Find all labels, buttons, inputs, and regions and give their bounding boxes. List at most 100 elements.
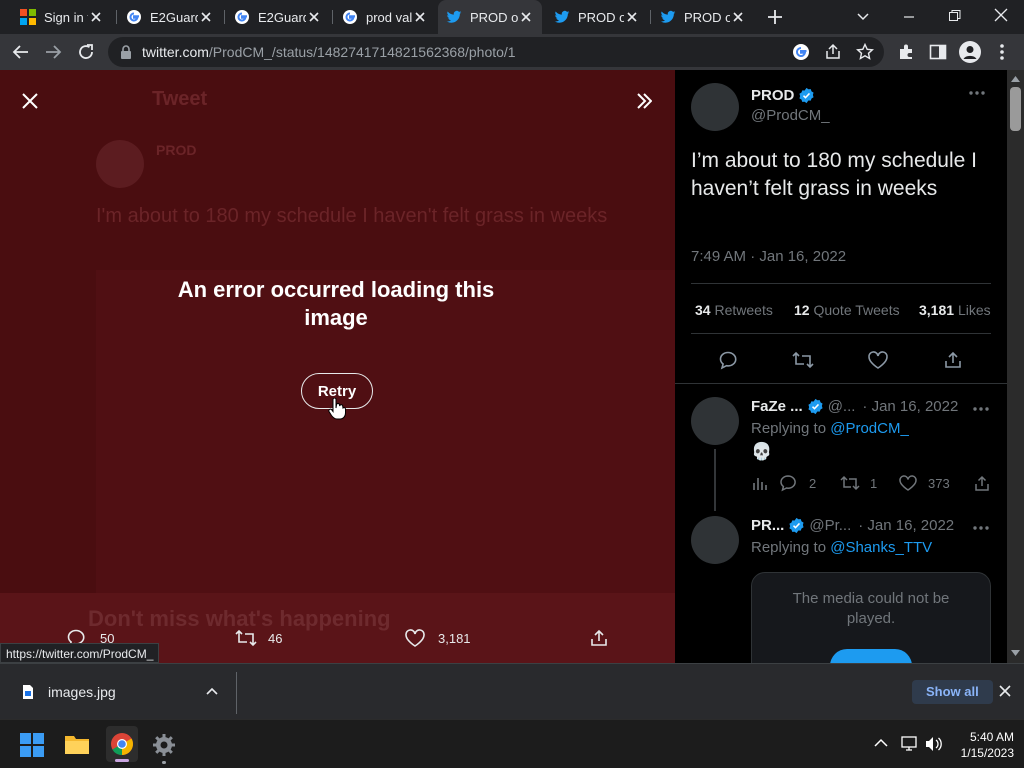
retweet-icon[interactable] bbox=[791, 350, 815, 370]
volume-icon[interactable] bbox=[925, 736, 943, 752]
reply-avatar[interactable] bbox=[691, 397, 739, 445]
chrome-taskbar-button[interactable] bbox=[106, 726, 138, 762]
settings-gear-icon[interactable] bbox=[152, 733, 176, 764]
tab-title: Sign in t bbox=[44, 9, 88, 25]
tab-prod-active[interactable]: PROD o bbox=[438, 0, 542, 34]
viewer-share-action[interactable] bbox=[589, 628, 609, 648]
tab-title: prod val bbox=[366, 9, 412, 25]
heart-icon bbox=[898, 474, 918, 492]
close-tab-icon[interactable] bbox=[198, 9, 214, 25]
analytics-icon bbox=[751, 474, 769, 492]
tab-e2guard-2[interactable]: E2Guard bbox=[226, 0, 330, 34]
replying-to-link[interactable]: @ProdCM_ bbox=[830, 420, 909, 437]
address-bar[interactable]: twitter.com/ProdCM_/status/1482741714821… bbox=[108, 37, 884, 67]
download-file-name[interactable]: images.jpg bbox=[48, 684, 116, 700]
forward-icon[interactable] bbox=[44, 43, 62, 61]
scroll-up-arrow-icon[interactable] bbox=[1011, 76, 1020, 82]
chrome-menu-icon[interactable] bbox=[995, 43, 1009, 61]
page-scrollbar[interactable] bbox=[1007, 70, 1024, 663]
reply-reply-action[interactable]: 2 bbox=[779, 474, 816, 492]
active-app-indicator bbox=[115, 759, 129, 762]
close-tab-icon[interactable] bbox=[624, 9, 640, 25]
like-count: 3,181 bbox=[438, 630, 471, 646]
system-clock[interactable]: 5:40 AM 1/15/2023 bbox=[950, 729, 1014, 761]
tab-title: PROD o bbox=[684, 9, 730, 25]
back-icon[interactable] bbox=[12, 43, 30, 61]
tab-search-icon[interactable] bbox=[856, 10, 870, 24]
close-tab-icon[interactable] bbox=[730, 9, 746, 25]
close-window-icon[interactable] bbox=[994, 8, 1008, 22]
network-icon[interactable] bbox=[901, 736, 919, 752]
google-lens-icon[interactable] bbox=[792, 43, 810, 61]
expand-panel-icon[interactable] bbox=[636, 92, 652, 110]
tab-prod-2[interactable]: PROD o bbox=[546, 0, 648, 34]
extensions-icon[interactable] bbox=[897, 43, 915, 61]
side-panel-icon[interactable] bbox=[929, 43, 947, 61]
reply-author-name[interactable]: FaZe ... bbox=[751, 398, 803, 415]
reply-date[interactable]: · Jan 16, 2022 bbox=[862, 398, 958, 415]
reply-like-action[interactable]: 373 bbox=[898, 474, 950, 492]
scroll-thumb[interactable] bbox=[1010, 87, 1021, 131]
more-options-icon[interactable] bbox=[973, 406, 989, 412]
windows-start-icon[interactable] bbox=[20, 733, 44, 757]
heart-icon bbox=[404, 628, 426, 648]
hand-cursor-icon bbox=[328, 398, 346, 420]
tweet-timestamp[interactable]: 7:49 AM · Jan 16, 2022 bbox=[691, 248, 846, 265]
retweet-count: 1 bbox=[870, 475, 878, 491]
replying-prefix: Replying to bbox=[751, 420, 827, 437]
replying-to-link[interactable]: @Shanks_TTV bbox=[830, 539, 932, 556]
close-shelf-icon[interactable] bbox=[999, 685, 1011, 697]
quote-tweets-stat[interactable]: 12 Quote Tweets bbox=[794, 302, 900, 318]
tab-e2guard-1[interactable]: E2Guard bbox=[118, 0, 222, 34]
close-icon[interactable] bbox=[22, 93, 38, 109]
show-all-button[interactable]: Show all bbox=[912, 680, 993, 704]
new-tab-icon[interactable] bbox=[766, 8, 784, 26]
reply-share-action[interactable] bbox=[973, 474, 991, 492]
twitter-icon bbox=[554, 9, 570, 25]
more-options-icon[interactable] bbox=[973, 525, 989, 531]
reply-views-action[interactable] bbox=[751, 474, 769, 492]
likes-stat[interactable]: 3,181 Likes bbox=[919, 302, 991, 318]
retweets-stat[interactable]: 34 Retweets bbox=[695, 302, 773, 318]
share-icon[interactable] bbox=[824, 43, 842, 61]
close-tab-icon[interactable] bbox=[306, 9, 322, 25]
media-retry-button[interactable] bbox=[830, 649, 912, 663]
reply-retweet-action[interactable]: 1 bbox=[839, 474, 877, 492]
more-options-icon[interactable] bbox=[969, 90, 985, 96]
author-handle[interactable]: @ProdCM_ bbox=[751, 107, 830, 124]
tab-prod-val[interactable]: prod val bbox=[334, 0, 436, 34]
file-explorer-icon[interactable] bbox=[64, 733, 90, 755]
restore-icon[interactable] bbox=[948, 9, 962, 23]
thread-line bbox=[714, 449, 716, 511]
heart-icon[interactable] bbox=[867, 350, 889, 370]
share-icon[interactable] bbox=[943, 350, 963, 370]
viewer-retweet-action[interactable]: 46 bbox=[234, 628, 282, 648]
tab-prod-3[interactable]: PROD o bbox=[652, 0, 754, 34]
close-tab-icon[interactable] bbox=[412, 9, 428, 25]
reply-avatar[interactable] bbox=[691, 516, 739, 564]
close-tab-icon[interactable] bbox=[88, 9, 104, 25]
bookmark-star-icon[interactable] bbox=[856, 43, 874, 61]
close-tab-icon[interactable] bbox=[518, 9, 534, 25]
download-options-chevron-icon[interactable] bbox=[206, 686, 218, 696]
lock-icon[interactable] bbox=[120, 45, 132, 59]
tab-sign-in[interactable]: Sign in t bbox=[12, 0, 112, 34]
reload-icon[interactable] bbox=[77, 43, 95, 61]
replying-to: Replying to @Shanks_TTV bbox=[751, 539, 932, 556]
reply-author-name[interactable]: PR... bbox=[751, 517, 784, 534]
viewer-like-action[interactable]: 3,181 bbox=[404, 628, 471, 648]
show-hidden-icons-chevron-icon[interactable] bbox=[874, 738, 888, 748]
reply-date[interactable]: · Jan 16, 2022 bbox=[858, 517, 954, 534]
reply-author-handle[interactable]: @... bbox=[828, 398, 856, 415]
url-text: twitter.com/ProdCM_/status/1482741714821… bbox=[142, 44, 516, 60]
retweets-label: Retweets bbox=[714, 302, 773, 318]
tab-title: PROD o bbox=[578, 9, 624, 25]
reply-author-handle[interactable]: @Pr... bbox=[809, 517, 851, 534]
author-name-row[interactable]: PROD bbox=[751, 87, 815, 104]
author-avatar[interactable] bbox=[691, 83, 739, 131]
minimize-icon[interactable] bbox=[902, 10, 916, 24]
scroll-down-arrow-icon[interactable] bbox=[1011, 650, 1020, 656]
reply-header: FaZe ... @... · Jan 16, 2022 bbox=[751, 398, 958, 415]
reply-icon[interactable] bbox=[718, 350, 738, 370]
profile-avatar[interactable] bbox=[959, 41, 981, 63]
